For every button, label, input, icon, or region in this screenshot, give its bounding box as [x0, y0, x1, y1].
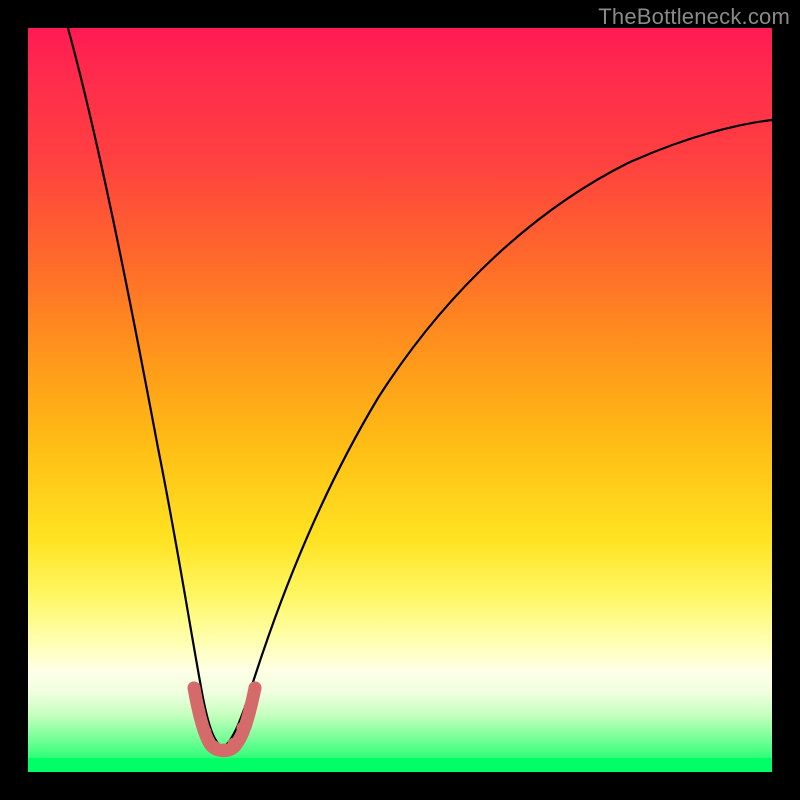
plot-frame [28, 28, 772, 772]
curve-layer [28, 28, 772, 772]
watermark-text: TheBottleneck.com [598, 4, 790, 30]
bottleneck-curve [68, 28, 772, 748]
